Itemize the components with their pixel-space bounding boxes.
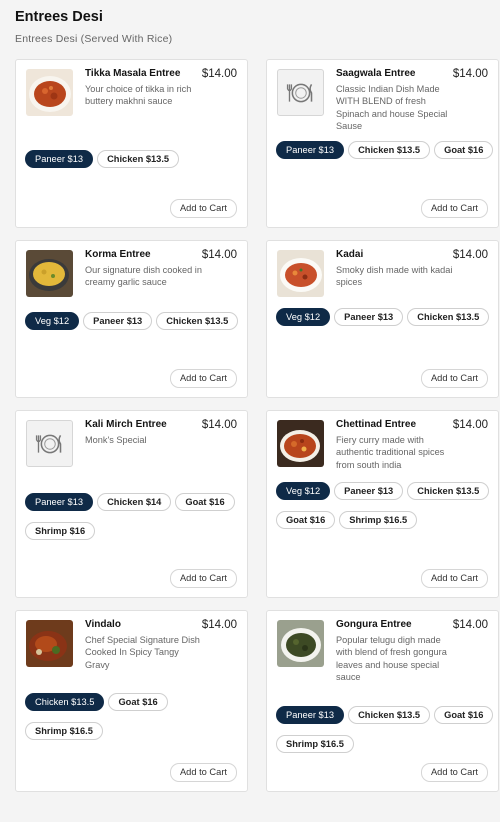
food-photo[interactable]	[26, 250, 73, 297]
option-chip-selected[interactable]: Veg $12	[276, 482, 331, 500]
menu-card-korma: Korma Entree $14.00 Our signature dish c…	[15, 240, 248, 398]
item-description: Fiery curry made with authentic traditio…	[336, 435, 445, 470]
option-chip[interactable]: Goat $16	[175, 493, 235, 511]
option-chip[interactable]: Goat $16	[434, 706, 494, 724]
item-description: Smoky dish made with kadai spices	[336, 265, 453, 288]
item-price: $14.00	[201, 619, 237, 631]
option-chip-selected[interactable]: Veg $12	[276, 308, 331, 326]
food-photo[interactable]	[277, 420, 324, 467]
item-name: Vindalo	[85, 619, 121, 630]
option-chip[interactable]: Goat $16	[108, 693, 168, 711]
item-price: $14.00	[452, 249, 488, 261]
option-list: Veg $12 Paneer $13 Chicken $13.5	[25, 312, 243, 330]
option-chip[interactable]: Chicken $13.5	[407, 308, 490, 326]
option-chip-selected[interactable]: Veg $12	[25, 312, 80, 330]
item-price: $14.00	[201, 419, 237, 431]
item-price: $14.00	[452, 619, 488, 631]
menu-card-vindalo: Vindalo $14.00 Chef Special Signature Di…	[15, 610, 248, 792]
add-to-cart-button[interactable]: Add to Cart	[420, 763, 488, 782]
add-to-cart-button[interactable]: Add to Cart	[169, 569, 237, 588]
option-list: Paneer $13 Chicken $13.5 Goat $16 Shrimp…	[276, 706, 494, 753]
option-list: Veg $12 Paneer $13 Chicken $13.5 Goat $1…	[276, 482, 494, 529]
menu-card-chettinad: Chettinad Entree $14.00 Fiery curry made…	[266, 410, 499, 598]
item-price: $14.00	[201, 249, 237, 261]
plate-icon[interactable]	[277, 69, 324, 116]
option-list: Paneer $13 Chicken $13.5	[25, 150, 243, 168]
option-chip[interactable]: Shrimp $16.5	[25, 722, 103, 740]
option-chip[interactable]: Shrimp $16.5	[339, 511, 418, 529]
item-name: Korma Entree	[85, 249, 151, 260]
item-price: $14.00	[452, 419, 488, 431]
item-price: $14.00	[452, 68, 488, 80]
item-description: Our signature dish cooked in creamy garl…	[85, 265, 202, 288]
option-chip[interactable]: Chicken $13.5	[348, 706, 431, 724]
menu-card-kali-mirch: Kali Mirch Entree $14.00 Monk's Special …	[15, 410, 248, 598]
item-price: $14.00	[201, 68, 237, 80]
option-chip-selected[interactable]: Paneer $13	[25, 493, 94, 511]
item-name: Tikka Masala Entree	[85, 68, 181, 79]
add-to-cart-button[interactable]: Add to Cart	[420, 199, 488, 218]
item-name: Kali Mirch Entree	[85, 419, 167, 430]
add-to-cart-button[interactable]: Add to Cart	[169, 763, 237, 782]
item-name: Kadai	[336, 249, 364, 260]
option-chip-selected[interactable]: Paneer $13	[276, 141, 345, 159]
plate-icon[interactable]	[26, 420, 73, 467]
section-title: Entrees Desi	[15, 9, 103, 25]
item-description: Classic Indian Dish Made WITH BLEND of f…	[336, 84, 448, 131]
option-chip[interactable]: Chicken $13.5	[97, 150, 180, 168]
section-subtitle: Entrees Desi (Served With Rice)	[15, 33, 173, 45]
option-list: Veg $12 Paneer $13 Chicken $13.5	[276, 308, 494, 326]
item-description: Popular telugu digh made with blend of f…	[336, 635, 447, 682]
add-to-cart-button[interactable]: Add to Cart	[420, 369, 488, 388]
food-photo[interactable]	[277, 250, 324, 297]
add-to-cart-button[interactable]: Add to Cart	[420, 569, 488, 588]
item-description: Monk's Special	[85, 435, 147, 445]
option-chip[interactable]: Chicken $13.5	[156, 312, 239, 330]
add-to-cart-button[interactable]: Add to Cart	[169, 369, 237, 388]
option-chip[interactable]: Goat $16	[276, 511, 336, 529]
item-name: Chettinad Entree	[336, 419, 417, 430]
menu-card-tikka-masala: Tikka Masala Entree $14.00 Your choice o…	[15, 59, 248, 228]
option-list: Paneer $13 Chicken $14 Goat $16 Shrimp $…	[25, 493, 243, 540]
option-chip[interactable]: Paneer $13	[83, 312, 153, 330]
option-chip-selected[interactable]: Paneer $13	[25, 150, 94, 168]
option-chip[interactable]: Chicken $13.5	[348, 141, 431, 159]
item-name: Saagwala Entree	[336, 68, 416, 79]
item-name: Gongura Entree	[336, 619, 412, 630]
food-photo[interactable]	[277, 620, 324, 667]
option-chip[interactable]: Paneer $13	[334, 482, 404, 500]
option-chip[interactable]: Chicken $13.5	[407, 482, 490, 500]
option-chip[interactable]: Shrimp $16	[25, 522, 96, 540]
food-photo[interactable]	[26, 620, 73, 667]
menu-card-saagwala: Saagwala Entree $14.00 Classic Indian Di…	[266, 59, 499, 228]
item-description: Your choice of tikka in rich buttery mak…	[85, 84, 192, 107]
option-chip-selected[interactable]: Paneer $13	[276, 706, 345, 724]
item-description: Chef Special Signature Dish Cooked In Sp…	[85, 635, 200, 670]
menu-card-kadai: Kadai $14.00 Smoky dish made with kadai …	[266, 240, 499, 398]
option-chip[interactable]: Goat $16	[434, 141, 494, 159]
option-chip-selected[interactable]: Chicken $13.5	[25, 693, 105, 711]
add-to-cart-button[interactable]: Add to Cart	[169, 199, 237, 218]
option-chip[interactable]: Paneer $13	[334, 308, 404, 326]
option-chip[interactable]: Chicken $14	[97, 493, 172, 511]
menu-card-gongura: Gongura Entree $14.00 Popular telugu dig…	[266, 610, 499, 792]
option-chip[interactable]: Shrimp $16.5	[276, 735, 354, 753]
option-list: Paneer $13 Chicken $13.5 Goat $16	[276, 141, 494, 159]
food-photo[interactable]	[26, 69, 73, 116]
option-list: Chicken $13.5 Goat $16 Shrimp $16.5	[25, 693, 243, 740]
